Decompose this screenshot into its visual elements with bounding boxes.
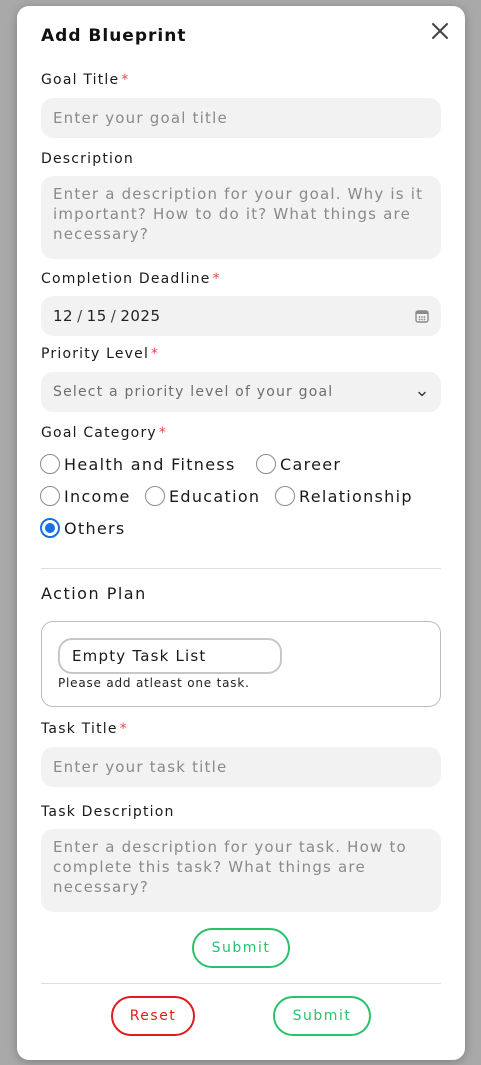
date-separator: / (110, 307, 117, 325)
category-radio-income[interactable]: Income (40, 486, 131, 506)
divider (41, 568, 441, 569)
radio-button[interactable] (40, 486, 60, 506)
modal-title: Add Blueprint (41, 26, 187, 46)
action-plan-title: Action Plan (41, 584, 147, 603)
date-month[interactable]: 12 (53, 307, 73, 325)
task-title-input[interactable] (41, 747, 441, 787)
radio-button[interactable] (145, 486, 165, 506)
add-blueprint-modal: Add Blueprint Goal Title* Description Co… (17, 6, 465, 1060)
empty-task-note: Please add atleast one task. (58, 676, 250, 690)
date-year[interactable]: 2025 (120, 307, 160, 325)
priority-selected-value: Select a priority level of your goal (53, 384, 334, 400)
task-description-label: Task Description (41, 804, 175, 820)
description-label: Description (41, 151, 134, 167)
category-radio-career[interactable]: Career (256, 454, 341, 474)
category-label: Goal Category * (41, 425, 167, 441)
description-label-text: Description (41, 151, 134, 167)
radio-button-checked[interactable] (40, 518, 60, 538)
calendar-icon[interactable] (414, 308, 430, 324)
date-separator: / (77, 307, 83, 325)
radio-label: Others (64, 518, 126, 538)
required-mark: * (121, 72, 130, 88)
date-day[interactable]: 15 (87, 307, 107, 325)
category-radio-health-and-fitness[interactable]: Health and Fitness (40, 454, 236, 474)
deadline-date-input[interactable]: 12 / 15 / 2025 (41, 296, 441, 336)
task-submit-button[interactable]: Submit (192, 928, 290, 968)
required-mark: * (151, 346, 160, 362)
task-list-box: Empty Task List Please add atleast one t… (41, 621, 441, 707)
radio-label: Career (280, 454, 342, 474)
submit-button[interactable]: Submit (273, 996, 371, 1036)
deadline-label-text: Completion Deadline (41, 271, 211, 287)
priority-select[interactable]: Select a priority level of your goal (41, 372, 441, 412)
task-title-label: Task Title * (41, 721, 128, 737)
radio-label: Health and Fitness (64, 454, 236, 474)
required-mark: * (119, 721, 128, 737)
empty-task-list-pill: Empty Task List (58, 638, 282, 674)
goal-title-label: Goal Title * (41, 72, 130, 88)
task-title-label-text: Task Title (41, 721, 118, 737)
goal-title-input[interactable] (41, 98, 441, 138)
close-icon[interactable] (429, 20, 451, 42)
reset-button[interactable]: Reset (111, 996, 195, 1036)
chevron-down-icon (417, 387, 427, 397)
category-radio-relationship[interactable]: Relationship (275, 486, 413, 506)
radio-button[interactable] (275, 486, 295, 506)
task-description-textarea[interactable] (41, 829, 441, 912)
category-radio-others[interactable]: Others (40, 518, 126, 538)
radio-button[interactable] (256, 454, 276, 474)
task-description-label-text: Task Description (41, 804, 175, 820)
radio-label: Relationship (299, 486, 413, 506)
priority-label-text: Priority Level (41, 346, 150, 362)
radio-label: Income (64, 486, 131, 506)
deadline-label: Completion Deadline * (41, 271, 221, 287)
priority-label: Priority Level * (41, 346, 159, 362)
category-label-text: Goal Category (41, 425, 157, 441)
required-mark: * (158, 425, 168, 441)
radio-label: Education (169, 486, 261, 506)
required-mark: * (212, 271, 221, 287)
category-radio-education[interactable]: Education (145, 486, 260, 506)
description-textarea[interactable] (41, 176, 441, 259)
radio-button[interactable] (40, 454, 60, 474)
divider (41, 983, 441, 984)
goal-title-label-text: Goal Title (41, 72, 120, 88)
